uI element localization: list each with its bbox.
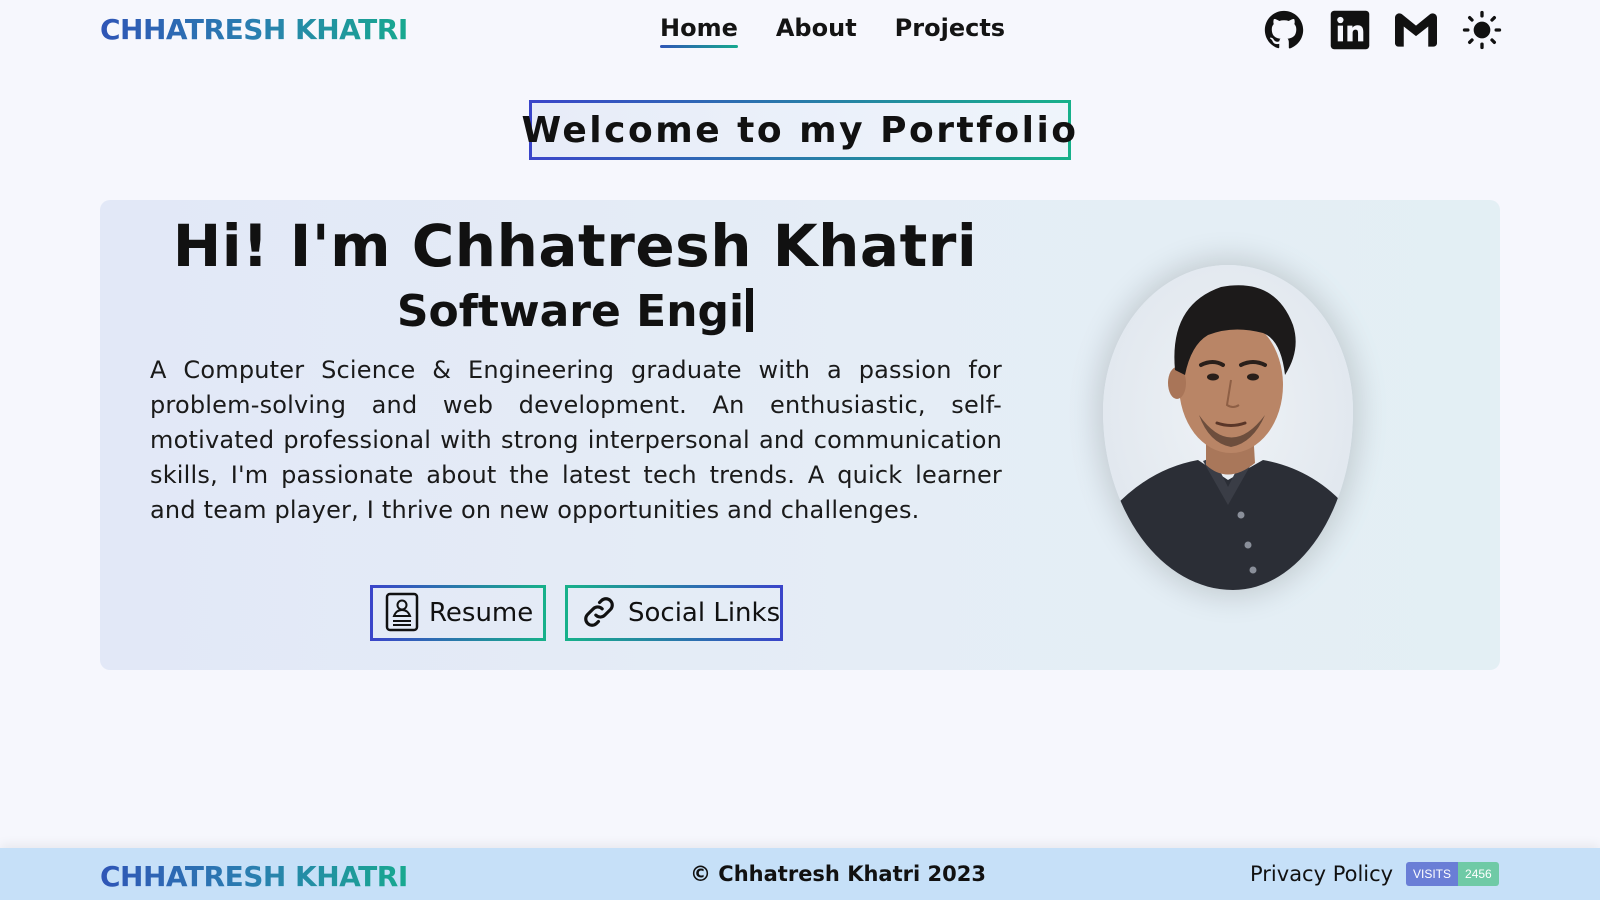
link-icon <box>580 593 618 634</box>
social-links-label: Social Links <box>628 598 781 628</box>
site-header: CHHATRESH KHATRI Home About Projects <box>0 0 1600 62</box>
copyright-text: © Chhatresh Khatri 2023 <box>690 862 986 886</box>
site-footer: CHHATRESH KHATRI © Chhatresh Khatri 2023… <box>0 848 1600 900</box>
typed-text: Software Engi <box>396 286 745 337</box>
hero-description: A Computer Science & Engineering graduat… <box>150 356 1002 524</box>
brand-logo[interactable]: CHHATRESH KHATRI <box>100 13 408 46</box>
social-links-button[interactable]: Social Links <box>565 585 783 641</box>
hero-title: Hi! I'm Chhatresh Khatri <box>172 212 978 280</box>
gmail-icon[interactable] <box>1394 8 1438 52</box>
nav-home[interactable]: Home <box>660 14 738 48</box>
welcome-text: Welcome to my Portfolio <box>521 109 1079 151</box>
resume-icon <box>385 592 419 635</box>
main-nav: Home About Projects <box>660 14 1005 48</box>
social-icons <box>1262 8 1504 52</box>
profile-photo <box>1103 265 1353 590</box>
hero-card: Hi! I'm Chhatresh Khatri Software Engi A… <box>100 200 1500 670</box>
resume-button[interactable]: Resume <box>370 585 546 641</box>
privacy-policy-link[interactable]: Privacy Policy <box>1250 862 1393 886</box>
visits-label: VISITS <box>1406 862 1459 886</box>
nav-about[interactable]: About <box>776 14 857 42</box>
visits-count: 2456 <box>1458 862 1499 886</box>
typed-subtitle: Software Engi <box>100 286 1050 337</box>
theme-toggle-sun-icon[interactable] <box>1460 8 1504 52</box>
linkedin-icon[interactable] <box>1328 8 1372 52</box>
welcome-banner: Welcome to my Portfolio <box>521 100 1076 160</box>
footer-brand-logo[interactable]: CHHATRESH KHATRI <box>100 860 408 893</box>
resume-label: Resume <box>429 598 534 628</box>
typing-cursor <box>746 288 754 332</box>
visits-badge: VISITS 2456 <box>1406 862 1499 886</box>
github-icon[interactable] <box>1262 8 1306 52</box>
nav-projects[interactable]: Projects <box>895 14 1005 42</box>
